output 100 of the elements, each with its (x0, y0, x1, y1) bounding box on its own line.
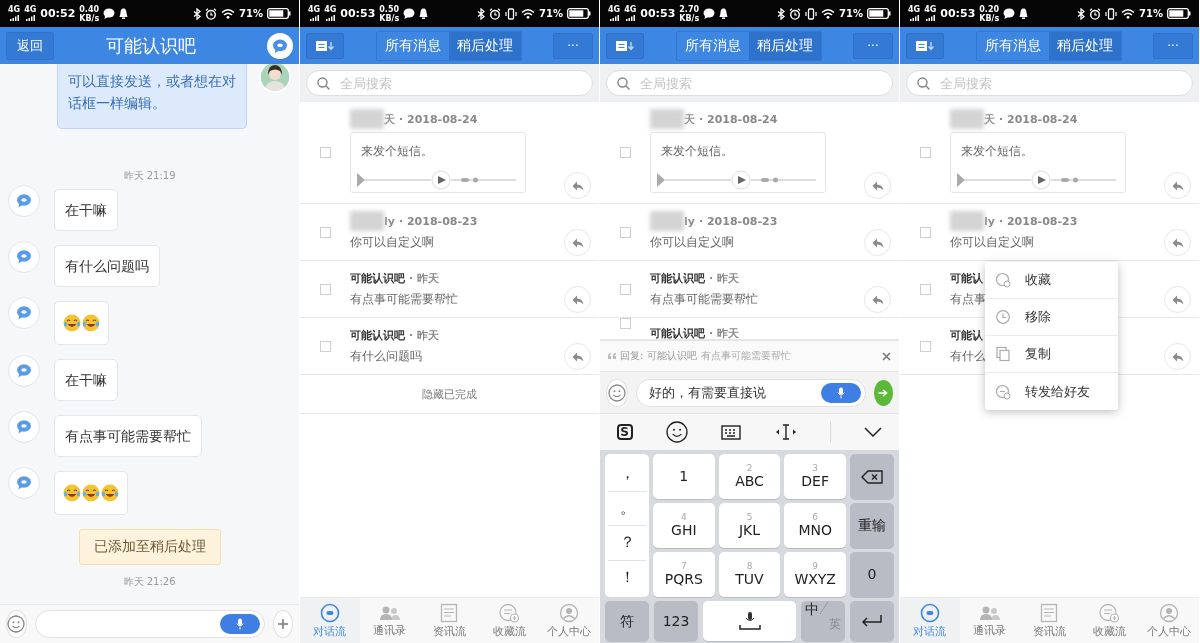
tab[interactable]: 稍后处理 (748, 31, 821, 60)
more-button[interactable]: ··· (853, 32, 893, 59)
keyboard-key[interactable]: 重输 (850, 503, 894, 548)
message-bubble: 在干嘛 (54, 359, 118, 401)
reply-button[interactable] (1164, 229, 1191, 256)
menu-item[interactable]: 收藏 (985, 262, 1118, 299)
keyboard-key[interactable]: 1 (653, 454, 715, 499)
enter-key[interactable] (850, 601, 894, 641)
reply-button[interactable] (564, 229, 591, 256)
more-button[interactable]: ··· (553, 32, 593, 59)
tab-bar-item[interactable]: 通讯录 (359, 598, 420, 643)
battery-icon (567, 8, 591, 19)
keyboard-icon (721, 424, 742, 440)
card-button[interactable] (306, 32, 344, 59)
tab-bar-item[interactable]: 资讯流 (419, 598, 480, 643)
checkbox[interactable] (919, 147, 931, 158)
tab-bar-item[interactable]: 收藏流 (1079, 598, 1140, 643)
close-button[interactable] (882, 351, 891, 361)
checkbox[interactable] (619, 226, 631, 238)
keyboard-key[interactable]: 8 TUV (718, 552, 781, 597)
message-text: 有点事可能需要帮忙 (350, 291, 458, 308)
punctuation-key[interactable]: ？ (608, 526, 646, 561)
add-button[interactable] (272, 610, 293, 638)
network-label: 4G (8, 6, 21, 14)
keyboard-button[interactable] (721, 424, 742, 440)
punctuation-key[interactable]: 。 (608, 491, 646, 526)
reply-button[interactable] (564, 172, 591, 199)
reply-button[interactable] (864, 229, 891, 256)
message-field[interactable] (34, 610, 265, 638)
tab[interactable]: 所有消息 (676, 31, 749, 60)
keyboard-key[interactable]: 4 GHI (653, 503, 715, 548)
tab[interactable]: 所有消息 (376, 31, 449, 60)
backspace-key[interactable] (850, 454, 894, 499)
document-icon (440, 602, 459, 623)
search-field[interactable]: 全局搜索 (606, 70, 893, 96)
chat-plus-icon (498, 602, 521, 623)
keyboard-key[interactable]: 3 DEF (784, 454, 846, 499)
tab[interactable]: 稍后处理 (1048, 31, 1121, 60)
space-key[interactable] (703, 601, 796, 641)
keyboard-key[interactable]: 0 (850, 552, 894, 597)
reply-button[interactable] (1164, 343, 1191, 370)
reply-icon (1171, 351, 1184, 362)
punctuation-key[interactable]: ， (608, 457, 646, 492)
checkbox[interactable] (319, 340, 331, 352)
keyboard-key[interactable]: 7 PQRS (653, 552, 715, 597)
voice-button[interactable] (820, 382, 861, 403)
reply-button[interactable] (564, 343, 591, 370)
keyboard-key[interactable]: 2 ABC (718, 454, 781, 499)
reply-button[interactable] (864, 286, 891, 313)
more-button[interactable]: ··· (1153, 32, 1193, 59)
collapse-button[interactable] (864, 427, 883, 437)
key-label: MNO (798, 522, 832, 539)
card-button[interactable] (906, 32, 944, 59)
hide-completed-link[interactable]: 隐藏已完成 (422, 386, 477, 402)
search-field[interactable]: 全局搜索 (306, 70, 593, 96)
reply-button[interactable] (1164, 172, 1191, 199)
tab[interactable]: 稍后处理 (448, 31, 521, 60)
keyboard-key[interactable]: 6 MNO (784, 503, 846, 548)
checkbox[interactable] (919, 283, 931, 295)
tab-bar-item[interactable]: 个人中心 (1139, 598, 1199, 643)
menu-item[interactable]: 移除 (985, 299, 1118, 336)
reply-button[interactable] (1164, 286, 1191, 313)
tab[interactable]: 所有消息 (976, 31, 1049, 60)
checkbox[interactable] (919, 226, 931, 238)
message-field[interactable]: 好的，有需要直接说 (635, 378, 866, 407)
checkbox[interactable] (319, 147, 331, 158)
key-label: DEF (801, 473, 829, 490)
checkbox[interactable] (319, 226, 331, 238)
keyboard-logo-button[interactable]: S (616, 424, 633, 440)
keyboard-key[interactable]: 123 (654, 601, 698, 641)
checkbox[interactable] (919, 340, 931, 352)
tab-bar-item[interactable]: 资讯流 (1019, 598, 1080, 643)
message-date: · 2018-08-24 (399, 112, 478, 126)
back-button[interactable]: 返回 (6, 31, 54, 60)
search-field[interactable]: 全局搜索 (906, 70, 1193, 96)
reply-icon (571, 180, 584, 191)
keyboard-key[interactable]: 符 (605, 601, 649, 641)
card-button[interactable] (606, 32, 644, 59)
tab-bar-item[interactable]: 通讯录 (959, 598, 1020, 643)
reply-button[interactable] (564, 286, 591, 313)
checkbox[interactable] (619, 318, 631, 329)
reply-button[interactable] (864, 172, 891, 199)
keyboard-key[interactable]: 5 JKL (718, 503, 781, 548)
status-time: 00:53 (640, 7, 676, 20)
cursor-button[interactable] (774, 424, 797, 440)
checkbox[interactable] (619, 283, 631, 295)
wifi-icon (521, 8, 536, 19)
chat-button[interactable] (267, 32, 293, 59)
voice-button[interactable] (219, 614, 260, 634)
menu-item[interactable]: 转发给好友 (985, 373, 1118, 410)
tab-bar-item[interactable]: 收藏流 (479, 598, 540, 643)
checkbox[interactable] (319, 283, 331, 295)
keyboard-key[interactable]: 9 WXYZ (784, 552, 846, 597)
tab-bar-item[interactable]: 个人中心 (539, 598, 599, 643)
send-button[interactable] (873, 379, 893, 406)
punctuation-key[interactable]: ！ (608, 560, 646, 594)
checkbox[interactable] (619, 147, 631, 158)
menu-item[interactable]: 复制 (985, 336, 1118, 373)
emoji-button[interactable] (666, 421, 688, 443)
status-time: 00:52 (40, 7, 76, 20)
